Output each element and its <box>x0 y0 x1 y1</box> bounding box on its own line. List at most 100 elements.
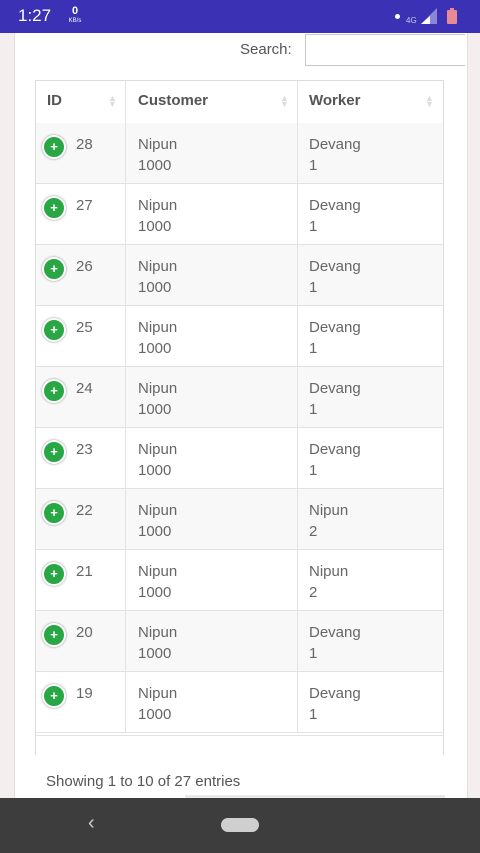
sort-arrows-icon: ▲ ▼ <box>280 93 289 109</box>
worker-id: 1 <box>309 706 318 723</box>
cell-id: +28 <box>36 123 126 183</box>
worker-name: Devang <box>309 441 361 458</box>
worker-id: 1 <box>309 645 318 662</box>
worker-name: Devang <box>309 136 361 153</box>
cell-customer: Nipun 1000 <box>126 184 298 244</box>
customer-id: 1000 <box>138 523 172 540</box>
worker-name: Devang <box>309 197 361 214</box>
battery-icon <box>447 8 457 24</box>
customer-id: 1000 <box>138 645 172 662</box>
row-id: 23 <box>76 441 93 458</box>
worker-name: Devang <box>309 685 361 702</box>
table-row: +28 Nipun 1000 Devang 1 <box>36 123 443 184</box>
cell-id: +24 <box>36 367 126 427</box>
plus-circle-icon[interactable]: + <box>42 684 66 708</box>
worker-id: 1 <box>309 157 318 174</box>
sort-arrows-icon: ▲ ▼ <box>425 93 434 109</box>
table-row: +26 Nipun 1000 Devang 1 <box>36 245 443 306</box>
row-id: 28 <box>76 136 93 153</box>
table-footer <box>36 735 443 755</box>
cell-customer: Nipun 1000 <box>126 489 298 549</box>
network-speed-value: 0 <box>71 5 79 17</box>
worker-name: Devang <box>309 624 361 641</box>
signal-icon <box>421 8 437 24</box>
cell-id: +22 <box>36 489 126 549</box>
customer-name: Nipun <box>138 197 178 214</box>
customer-name: Nipun <box>138 136 178 153</box>
status-time: 1:27 <box>18 6 52 25</box>
worker-name: Devang <box>309 258 361 275</box>
column-header-customer[interactable]: Customer ▲ ▼ <box>126 81 298 123</box>
customer-id: 1000 <box>138 706 172 723</box>
cell-worker: Devang 1 <box>298 611 443 671</box>
status-bar: 1:27 0 KB/s 4G <box>0 0 480 33</box>
row-id: 25 <box>76 319 93 336</box>
cell-id: +23 <box>36 428 126 488</box>
sort-arrows-icon: ▲ ▼ <box>108 93 117 109</box>
home-pill-icon[interactable] <box>221 818 259 832</box>
customer-name: Nipun <box>138 319 178 336</box>
worker-name: Nipun <box>309 502 349 519</box>
customer-name: Nipun <box>138 441 178 458</box>
worker-name: Devang <box>309 380 361 397</box>
row-id: 22 <box>76 502 93 519</box>
network-type: 4G <box>406 16 417 25</box>
table-row: +24 Nipun 1000 Devang 1 <box>36 367 443 428</box>
cell-customer: Nipun 1000 <box>126 428 298 488</box>
cell-worker: Devang 1 <box>298 184 443 244</box>
customer-name: Nipun <box>138 624 178 641</box>
plus-circle-icon[interactable]: + <box>42 623 66 647</box>
row-id: 27 <box>76 197 93 214</box>
customer-name: Nipun <box>138 502 178 519</box>
plus-circle-icon[interactable]: + <box>42 196 66 220</box>
plus-circle-icon[interactable]: + <box>42 318 66 342</box>
table-header: ID ▲ ▼ Customer ▲ ▼ Worker ▲ ▼ <box>36 81 443 125</box>
back-chevron-icon[interactable]: ‹ <box>88 812 95 835</box>
cell-customer: Nipun 1000 <box>126 367 298 427</box>
worker-id: 1 <box>309 462 318 479</box>
row-id: 21 <box>76 563 93 580</box>
customer-name: Nipun <box>138 380 178 397</box>
table-row: +20 Nipun 1000 Devang 1 <box>36 611 443 672</box>
customer-id: 1000 <box>138 279 172 296</box>
plus-circle-icon[interactable]: + <box>42 379 66 403</box>
column-header-id[interactable]: ID ▲ ▼ <box>36 81 126 123</box>
column-header-worker[interactable]: Worker ▲ ▼ <box>298 81 443 123</box>
cell-customer: Nipun 1000 <box>126 245 298 305</box>
row-id: 26 <box>76 258 93 275</box>
cell-id: +27 <box>36 184 126 244</box>
network-speed: 0 KB/s <box>64 5 86 25</box>
table-row: +27 Nipun 1000 Devang 1 <box>36 184 443 245</box>
worker-id: 2 <box>309 523 318 540</box>
table-row: +19 Nipun 1000 Devang 1 <box>36 672 443 733</box>
cell-id: +21 <box>36 550 126 610</box>
search-input[interactable] <box>305 34 465 66</box>
customer-id: 1000 <box>138 462 172 479</box>
customer-id: 1000 <box>138 218 172 235</box>
plus-circle-icon[interactable]: + <box>42 440 66 464</box>
plus-circle-icon[interactable]: + <box>42 135 66 159</box>
column-header-label: Worker <box>309 92 361 109</box>
worker-id: 1 <box>309 401 318 418</box>
data-table: ID ▲ ▼ Customer ▲ ▼ Worker ▲ ▼ +28 Nipun 1000… <box>35 80 444 755</box>
table-row: +21 Nipun 1000 Nipun 2 <box>36 550 443 611</box>
worker-id: 1 <box>309 279 318 296</box>
cell-customer: Nipun 1000 <box>126 306 298 366</box>
plus-circle-icon[interactable]: + <box>42 562 66 586</box>
network-speed-unit: KB/s <box>68 18 82 24</box>
customer-id: 1000 <box>138 584 172 601</box>
cell-customer: Nipun 1000 <box>126 550 298 610</box>
plus-circle-icon[interactable]: + <box>42 501 66 525</box>
cell-customer: Nipun 1000 <box>126 672 298 732</box>
worker-id: 1 <box>309 218 318 235</box>
cell-id: +25 <box>36 306 126 366</box>
worker-id: 2 <box>309 584 318 601</box>
customer-name: Nipun <box>138 258 178 275</box>
column-header-label: ID <box>47 92 62 109</box>
table-info: Showing 1 to 10 of 27 entries <box>46 773 241 790</box>
cell-worker: Devang 1 <box>298 672 443 732</box>
worker-id: 1 <box>309 340 318 357</box>
plus-circle-icon[interactable]: + <box>42 257 66 281</box>
table-row: +22 Nipun 1000 Nipun 2 <box>36 489 443 550</box>
cell-worker: Nipun 2 <box>298 550 443 610</box>
